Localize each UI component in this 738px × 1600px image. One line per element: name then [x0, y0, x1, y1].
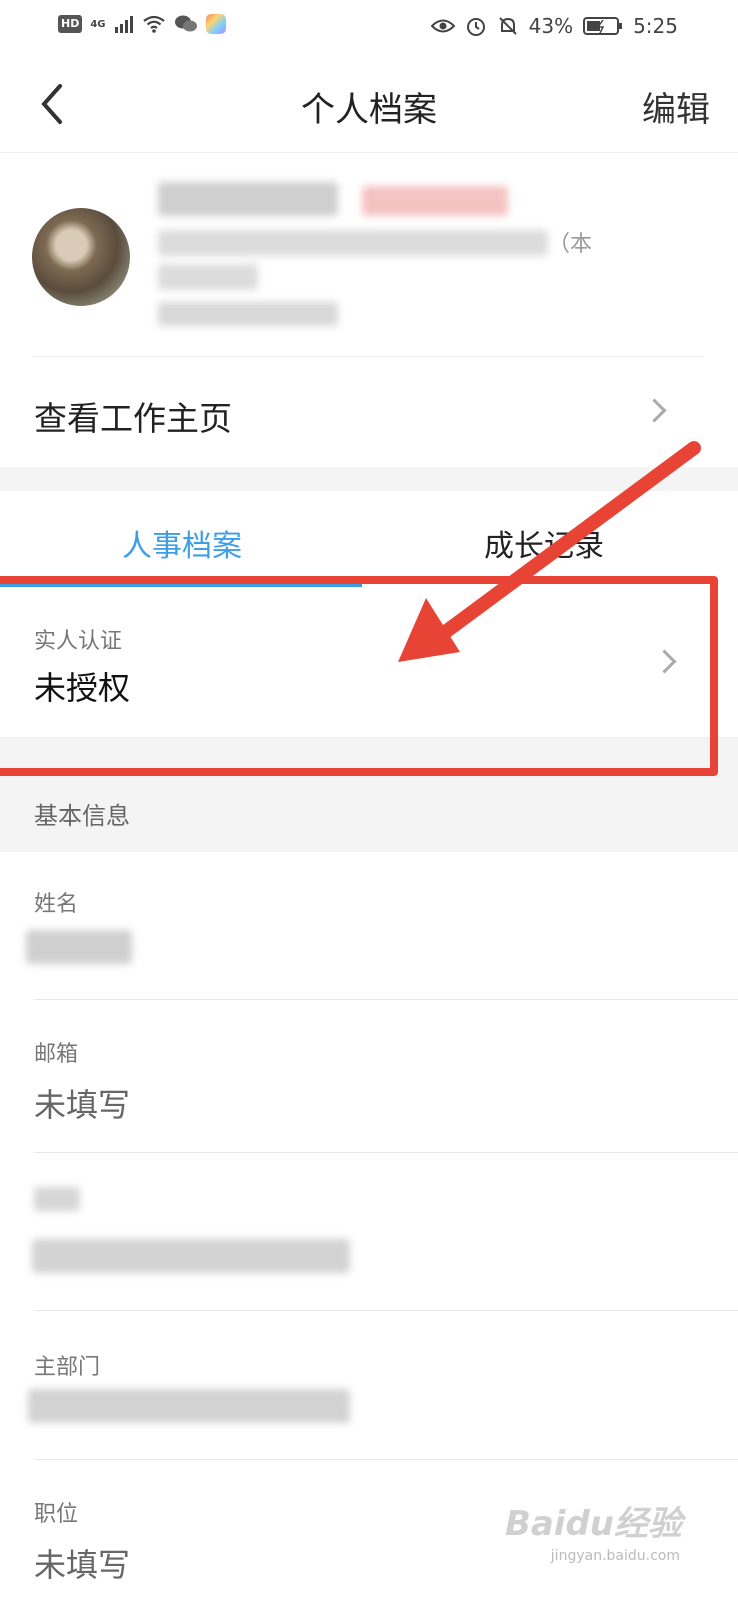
profile-dept-redacted [158, 264, 258, 290]
divider [34, 356, 704, 357]
tab-personnel-file[interactable]: 人事档案 [122, 521, 242, 565]
view-work-homepage-row[interactable]: 查看工作主页 [0, 356, 738, 466]
profile-name-redacted [158, 182, 338, 216]
field-value: 未填写 [34, 1086, 131, 1124]
baidu-watermark: Baidu经验 [504, 1504, 682, 1544]
profile-tabs: 人事档案 成长记录 [0, 491, 738, 587]
field-email[interactable]: 邮箱 未填写 [0, 1000, 738, 1153]
avatar [32, 208, 130, 306]
status-left-icons: HD 4G [58, 14, 226, 34]
status-bar: HD 4G 43% 5:25 [0, 0, 738, 56]
field-label-redacted [34, 1187, 80, 1211]
field-main-department[interactable]: 主部门 [0, 1311, 738, 1460]
field-label: 职位 [34, 1502, 79, 1527]
profile-phone-redacted [158, 302, 338, 326]
status-right-icons: 43% 5:25 [430, 14, 678, 38]
eye-comfort-icon [430, 19, 455, 33]
profile-tag-redacted [362, 186, 508, 216]
tab-growth-record[interactable]: 成长记录 [484, 521, 604, 565]
app-icon [205, 14, 226, 34]
field-label: 主部门 [34, 1355, 101, 1380]
mute-bell-icon [498, 17, 517, 35]
field-value: 未填写 [34, 1546, 131, 1584]
hd-icon: HD [58, 15, 83, 33]
highlight-box [0, 576, 718, 776]
field-name[interactable]: 姓名 [0, 852, 738, 1000]
profile-header: （本 [0, 152, 738, 356]
top-nav-bar: 个人档案 编辑 [0, 56, 738, 153]
basic-info-title: 基本信息 [34, 802, 130, 830]
signal-icon [114, 16, 133, 33]
clock-time: 5:25 [633, 14, 678, 38]
edit-button[interactable]: 编辑 [642, 82, 710, 131]
network-type: 4G [90, 18, 106, 30]
work-homepage-label: 查看工作主页 [34, 399, 232, 438]
field-value-redacted [32, 1239, 350, 1273]
chevron-right-icon [642, 398, 667, 423]
field-phone[interactable] [0, 1153, 738, 1311]
profile-company-redacted [158, 230, 548, 256]
field-value-redacted [26, 930, 132, 964]
wechat-icon [174, 15, 197, 32]
baidu-watermark-url: jingyan.baidu.com [550, 1548, 680, 1564]
wifi-icon [142, 15, 165, 33]
profile-company-fragment: （本 [548, 232, 593, 257]
field-label: 邮箱 [34, 1042, 79, 1067]
field-value-redacted [28, 1389, 350, 1423]
battery-icon [583, 17, 623, 35]
battery-percent: 43% [528, 14, 574, 38]
field-label: 姓名 [34, 892, 79, 917]
section-spacer [0, 467, 738, 491]
alarm-icon [466, 18, 485, 36]
page-title: 个人档案 [301, 90, 437, 130]
